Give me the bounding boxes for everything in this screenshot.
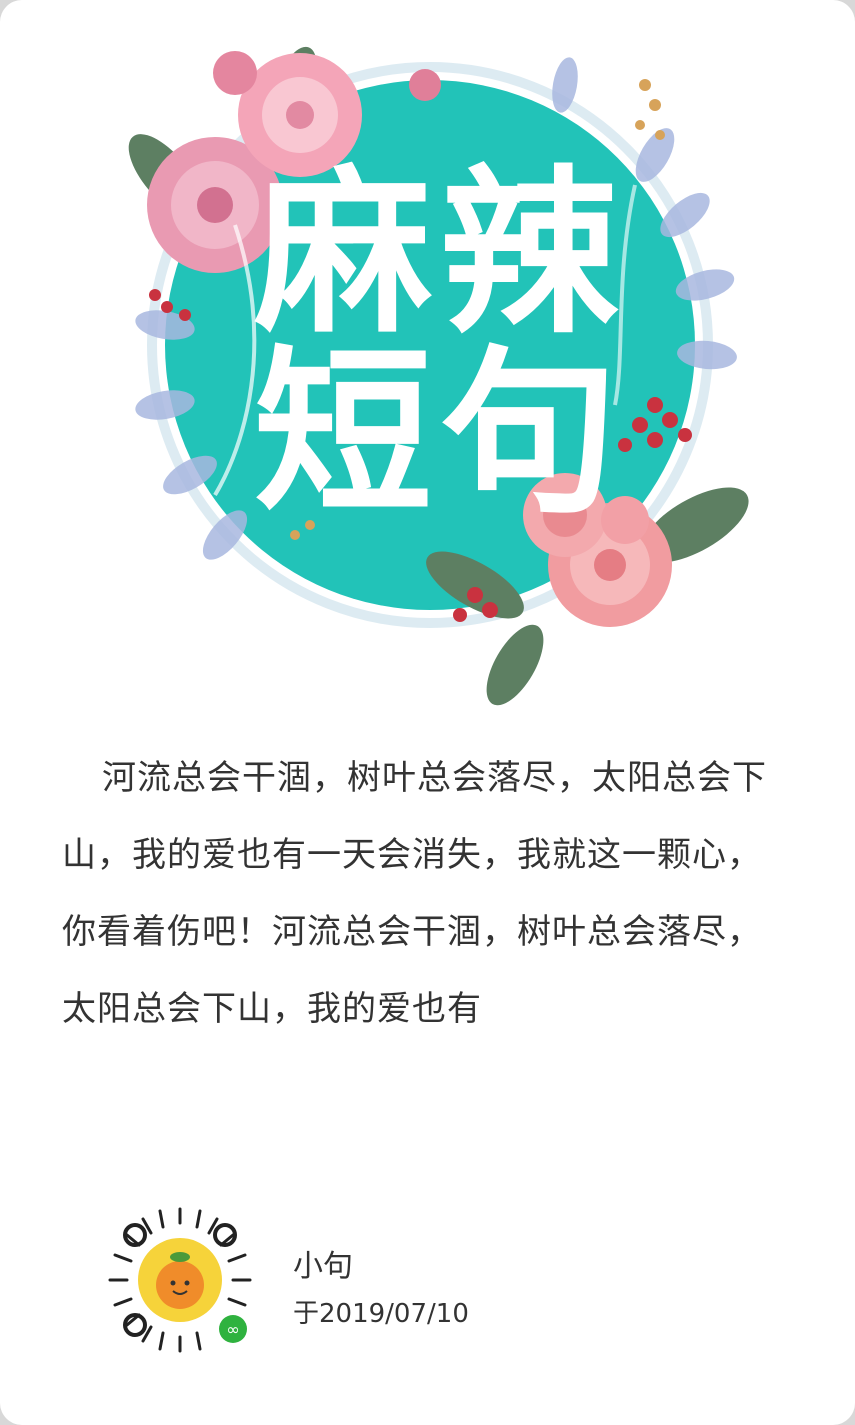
cover-title-line1: 麻辣 <box>254 150 626 357</box>
cover-title-line2: 短句 <box>254 330 626 537</box>
svg-text:∞: ∞ <box>226 1320 239 1339</box>
mini-program-code-icon[interactable]: ∞ <box>105 1205 255 1355</box>
footer: ∞ 小句 于2019/07/10 <box>105 1205 605 1355</box>
cover-illustration: 麻辣 短句 <box>95 25 785 715</box>
publish-date: 于2019/07/10 <box>293 1299 469 1329</box>
author-name: 小句 <box>293 1249 353 1284</box>
quote-text: 河流总会干涸，树叶总会落尽，太阳总会下山，我的爱也有一天会消失，我就这一颗心，你… <box>62 758 767 1029</box>
share-card: 麻辣 短句 河流总会干涸，树叶总会落尽，太阳总会下山，我的爱也有一天会消失，我就… <box>0 0 855 1425</box>
